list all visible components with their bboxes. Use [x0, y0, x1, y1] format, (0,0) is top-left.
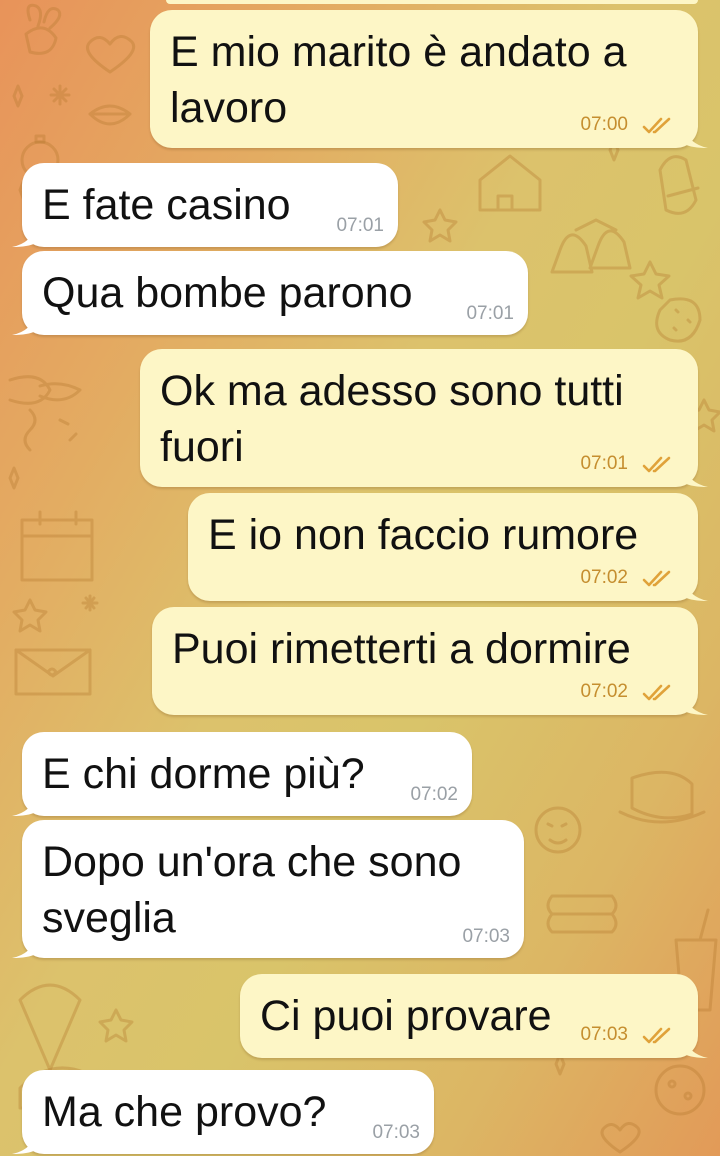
incoming-message-bubble[interactable]: Qua bombe parono 07:01	[12, 251, 528, 335]
message-timestamp: 07:02	[410, 784, 458, 805]
message-timestamp: 07:01	[336, 215, 384, 236]
message-text: Ok ma adesso sono tutti fuori	[160, 367, 624, 471]
double-check-icon	[642, 1027, 671, 1044]
incoming-message-bubble[interactable]: E fate casino 07:01	[12, 163, 398, 247]
bubble-tail	[12, 794, 36, 816]
incoming-message-bubble[interactable]: Dopo un'ora che sono sveglia 07:03	[12, 820, 524, 958]
double-check-icon	[642, 117, 671, 134]
message-timestamp: 07:02	[580, 681, 628, 702]
message-text: E io non faccio rumore	[208, 511, 639, 559]
message-timestamp: 07:01	[580, 453, 628, 474]
message-text: Qua bombe parono	[42, 269, 413, 317]
message-text: Dopo un'ora che sono sveglia	[42, 838, 462, 942]
double-check-icon	[642, 456, 671, 473]
outgoing-message-bubble[interactable]: Puoi rimetterti a dormire 07:02	[152, 607, 708, 715]
outgoing-message-bubble[interactable]: Ok ma adesso sono tutti fuori 07:01	[140, 349, 708, 487]
message-timestamp: 07:01	[466, 303, 514, 324]
message-timestamp: 07:02	[580, 567, 628, 588]
message-text: Ma che provo?	[42, 1088, 327, 1136]
incoming-message-bubble[interactable]: Ma che provo? 07:03	[12, 1070, 434, 1154]
bubble-tail	[684, 1036, 708, 1058]
bubble-tail	[684, 126, 708, 148]
bubble-tail	[12, 1132, 36, 1154]
message-timestamp: 07:03	[580, 1024, 628, 1045]
message-text: Puoi rimetterti a dormire	[172, 625, 631, 673]
double-check-icon	[642, 570, 671, 587]
message-text: E mio marito è andato a lavoro	[170, 28, 627, 132]
bubble-tail	[684, 579, 708, 601]
double-check-icon	[642, 684, 671, 701]
outgoing-message-bubble[interactable]: E io non faccio rumore 07:02	[188, 493, 708, 601]
bubble-tail	[12, 313, 36, 335]
incoming-message-bubble[interactable]: E chi dorme più? 07:02	[12, 732, 472, 816]
message-timestamp: 07:03	[372, 1122, 420, 1143]
message-list[interactable]: E mio marito è andato a lavoro 07:00 E fat…	[0, 0, 720, 1156]
message-timestamp: 07:00	[580, 114, 628, 135]
message-text: Ci puoi provare	[260, 992, 552, 1040]
bubble-tail	[12, 936, 36, 958]
bubble-tail	[12, 225, 36, 247]
bubble-tail	[684, 693, 708, 715]
outgoing-message-bubble[interactable]: E mio marito è andato a lavoro 07:00	[150, 10, 708, 148]
message-timestamp: 07:03	[462, 926, 510, 947]
message-text: E chi dorme più?	[42, 750, 365, 798]
outgoing-message-bubble[interactable]: Ci puoi provare 07:03	[240, 974, 708, 1058]
bubble-tail	[684, 465, 708, 487]
message-text: E fate casino	[42, 181, 291, 229]
